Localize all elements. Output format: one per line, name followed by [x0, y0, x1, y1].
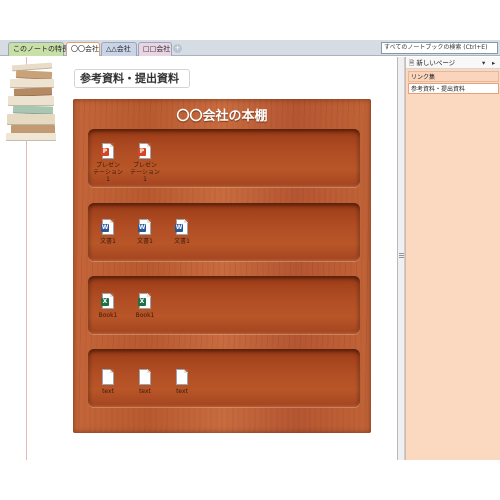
word-file-icon: W — [138, 219, 152, 236]
scrollbar-grip-icon[interactable] — [399, 253, 404, 260]
tab-company-a[interactable]: 〇〇会社 — [66, 42, 100, 56]
add-section-icon[interactable]: + — [173, 44, 182, 53]
file-label: プレゼン テーション1 — [130, 162, 160, 183]
text-file-icon — [175, 369, 189, 386]
tab-company-b[interactable]: △△会社 — [101, 42, 137, 56]
file-label: text — [176, 388, 188, 395]
file-label: 文書1 — [137, 238, 153, 245]
page-scrollbar[interactable] — [398, 57, 405, 460]
excel-file-icon: X — [138, 293, 152, 310]
shelf-row-1: P プレゼン テーション1 P プレゼン テーション1 — [88, 129, 360, 187]
new-page-label: 新しいページ — [416, 59, 456, 67]
file-text[interactable]: text — [167, 369, 197, 395]
file-label: text — [139, 388, 151, 395]
tab-company-c[interactable]: □□会社 — [138, 42, 172, 56]
chevron-down-icon[interactable]: ▾ — [482, 58, 485, 68]
file-label: text — [102, 388, 114, 395]
bottom-area — [0, 460, 500, 500]
page-title[interactable]: 参考資料・提出資料 — [74, 69, 190, 88]
tab-features[interactable]: このノートの特長 — [8, 42, 69, 56]
file-label: 文書1 — [100, 238, 116, 245]
file-excel-workbook[interactable]: X Book1 — [93, 293, 123, 319]
powerpoint-file-icon: P — [101, 143, 115, 160]
word-file-icon: W — [101, 219, 115, 236]
file-label: プレゼン テーション1 — [93, 162, 123, 183]
file-word-document[interactable]: W 文書1 — [93, 219, 123, 245]
bookshelf-title: 〇〇会社の本棚 — [176, 109, 268, 124]
excel-file-icon: X — [101, 293, 115, 310]
page-list-item-selected[interactable]: 参考資料・提出資料 — [408, 83, 499, 94]
book-stack-image — [4, 60, 60, 142]
file-text[interactable]: text — [130, 369, 160, 395]
new-page-button[interactable]: 🗎 新しいページ — [409, 58, 455, 68]
page-list-panel: 🗎 新しいページ ▾ ▸ リンク集 参考資料・提出資料 — [405, 57, 500, 460]
file-presentation[interactable]: P プレゼン テーション1 — [130, 143, 160, 183]
search-notebooks-input[interactable]: すべてのノートブックの検索 (Ctrl+E) — [381, 42, 498, 54]
word-file-icon: W — [175, 219, 189, 236]
text-file-icon — [138, 369, 152, 386]
file-label: Book1 — [135, 312, 155, 319]
file-word-document[interactable]: W 文書1 — [130, 219, 160, 245]
file-presentation[interactable]: P プレゼン テーション1 — [93, 143, 123, 183]
shelf-row-4: text text text — [88, 349, 360, 407]
file-word-document[interactable]: W 文書1 — [167, 219, 197, 245]
file-label: Book1 — [98, 312, 118, 319]
shelf-row-2: W 文書1 W 文書1 W 文書1 — [88, 203, 360, 261]
file-text[interactable]: text — [93, 369, 123, 395]
file-label: 文書1 — [174, 238, 190, 245]
new-page-icon: 🗎 — [409, 59, 415, 67]
text-file-icon — [101, 369, 115, 386]
page-list-item[interactable]: リンク集 — [408, 71, 499, 82]
file-excel-workbook[interactable]: X Book1 — [130, 293, 160, 319]
powerpoint-file-icon: P — [138, 143, 152, 160]
shelf-row-3: X Book1 X Book1 — [88, 276, 360, 334]
page-list-header: 🗎 新しいページ ▾ ▸ — [406, 57, 500, 69]
section-tab-bar: このノートの特長 〇〇会社 △△会社 □□会社 + すべてのノートブックの検索 … — [0, 40, 500, 56]
chevron-right-icon[interactable]: ▸ — [492, 58, 495, 68]
bookshelf: 〇〇会社の本棚 P プレゼン テーション1 P プレゼン テーション1 W 文書… — [73, 99, 371, 433]
